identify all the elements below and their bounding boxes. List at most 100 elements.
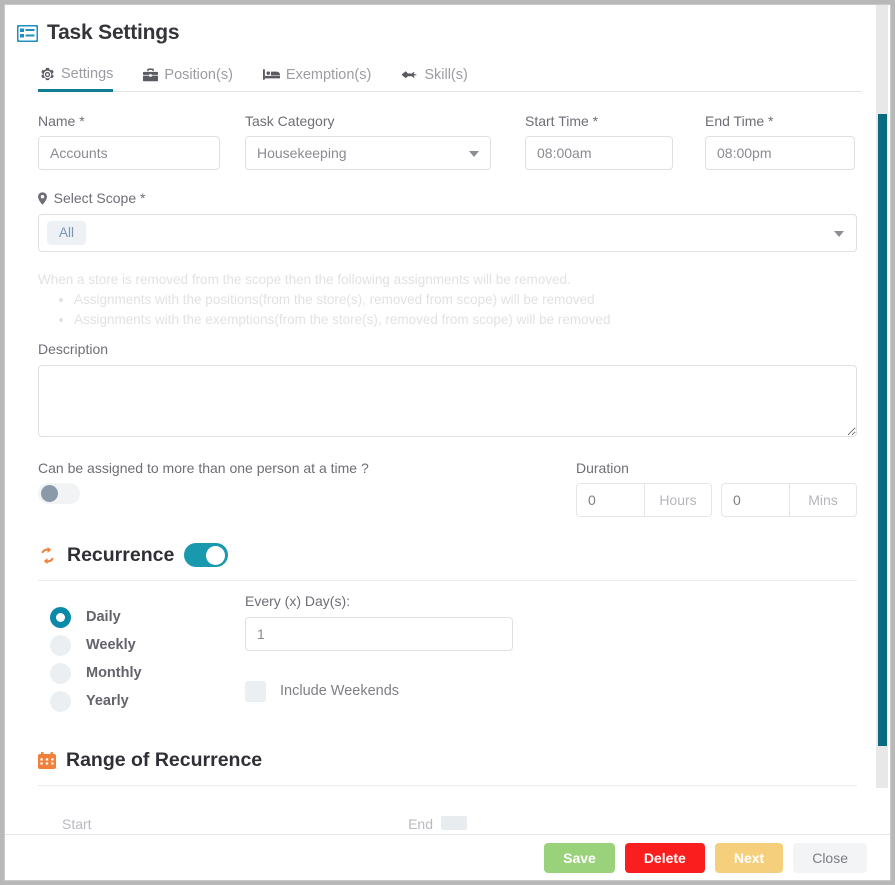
next-button[interactable]: Next: [714, 842, 784, 873]
radio-yearly-label: Yearly: [86, 693, 129, 710]
include-weekends-label: Include Weekends: [280, 683, 400, 700]
range-divider: [38, 785, 857, 787]
range-end-toggle[interactable]: [441, 816, 467, 831]
duration-label: Duration: [576, 459, 629, 476]
description-label: Description: [38, 341, 109, 358]
duration-mins-input[interactable]: 0: [721, 483, 789, 518]
start-time-input[interactable]: 08:00am: [525, 136, 673, 171]
save-button[interactable]: Save: [544, 842, 615, 873]
scope-note-intro: When a store is removed from the scope t…: [38, 271, 571, 287]
refresh-icon: [38, 546, 57, 564]
modal-header: Task Settings: [5, 5, 890, 49]
toggle-knob: [206, 545, 226, 565]
jet-icon: [401, 68, 418, 81]
chevron-down-icon: [834, 230, 844, 237]
recurrence-header: Recurrence: [38, 543, 857, 568]
scrollbar-thumb[interactable]: [878, 114, 887, 746]
tab-exemptions-label: Exemption(s): [285, 66, 372, 83]
duration-mins-addon: Mins: [789, 483, 857, 518]
recurrence-title: Recurrence: [67, 543, 175, 566]
duration-controls: 0 Hours 0 Mins: [576, 483, 857, 518]
recurrence-options: Daily Weekly Monthly Yearly: [38, 603, 228, 715]
multi-assign-label: Can be assigned to more than one person …: [38, 459, 369, 476]
tab-skills-label: Skill(s): [424, 66, 468, 83]
name-field-group: Name * Accounts: [38, 113, 220, 171]
radio-daily[interactable]: [50, 606, 71, 628]
end-time-input[interactable]: 08:00pm: [705, 136, 855, 171]
gear-icon: [40, 67, 55, 82]
radio-option-monthly[interactable]: Monthly: [50, 659, 228, 687]
duration-hours-input[interactable]: 0: [576, 483, 644, 518]
range-end-label: End: [408, 816, 433, 833]
every-days-label: Every (x) Day(s):: [245, 593, 350, 610]
tab-exemptions[interactable]: Exemption(s): [261, 66, 385, 92]
every-days-input[interactable]: 1: [245, 616, 513, 651]
range-start-label: Start: [62, 816, 92, 833]
recurrence-interval: Every (x) Day(s): 1 Include Weekends: [245, 593, 513, 715]
radio-daily-label: Daily: [86, 609, 121, 626]
radio-option-weekly[interactable]: Weekly: [50, 631, 228, 659]
task-category-label: Task Category: [245, 113, 335, 129]
select-scope-control[interactable]: All: [38, 213, 857, 252]
radio-weekly[interactable]: [50, 634, 71, 656]
form-row-1: Name * Accounts Task Category Housekeepi…: [38, 113, 857, 171]
tab-settings[interactable]: Settings: [38, 66, 127, 92]
delete-button[interactable]: Delete: [624, 842, 705, 873]
duration-hours: 0 Hours: [576, 483, 712, 518]
recurrence-divider: [38, 580, 857, 582]
scope-removal-note: When a store is removed from the scope t…: [38, 271, 857, 330]
duration-mins: 0 Mins: [721, 483, 857, 518]
chevron-down-icon: [469, 151, 479, 158]
name-label: Name *: [38, 113, 85, 129]
scope-chip-all[interactable]: All: [47, 221, 87, 245]
include-weekends-row[interactable]: Include Weekends: [245, 680, 513, 702]
select-scope-label-text: Select Scope *: [53, 190, 146, 207]
assign-duration-row: Can be assigned to more than one person …: [38, 459, 857, 518]
start-time-group: Start Time * 08:00am: [525, 113, 673, 171]
scope-note-bullet: Assignments with the positions(from the …: [74, 291, 857, 309]
description-textarea[interactable]: [38, 364, 857, 437]
recurrence-toggle[interactable]: [184, 543, 229, 568]
start-time-label: Start Time *: [525, 113, 599, 129]
task-category-group: Task Category Housekeeping: [245, 113, 491, 171]
toggle-knob: [41, 485, 58, 503]
close-button[interactable]: Close: [793, 842, 867, 873]
name-input[interactable]: Accounts: [38, 136, 220, 171]
list-alt-icon: [16, 24, 39, 42]
select-scope-label: Select Scope *: [38, 191, 857, 206]
scope-note-list: Assignments with the positions(from the …: [38, 291, 857, 329]
multi-assign-toggle[interactable]: [38, 483, 80, 505]
duration-group: Duration 0 Hours 0 Mins: [576, 459, 857, 518]
modal-body: Task Settings Settings Position(s) Exemp…: [5, 5, 890, 834]
map-pin-icon: [38, 191, 51, 206]
range-of-recurrence-header: Range of Recurrence: [38, 749, 857, 772]
radio-option-daily[interactable]: Daily: [50, 603, 228, 631]
tab-skills[interactable]: Skill(s): [399, 66, 482, 92]
radio-option-yearly[interactable]: Yearly: [50, 687, 228, 715]
radio-yearly[interactable]: [50, 690, 71, 712]
task-category-select[interactable]: Housekeeping: [245, 136, 491, 171]
select-scope-group: Select Scope * All: [38, 191, 857, 252]
end-time-group: End Time * 08:00pm: [705, 113, 855, 171]
task-category-select-wrap: Housekeeping: [245, 136, 491, 171]
range-fields-row: Start End: [38, 816, 857, 834]
end-time-label: End Time *: [705, 113, 774, 129]
calendar-icon: [38, 751, 56, 770]
tab-positions[interactable]: Position(s): [141, 66, 247, 92]
page-title: Task Settings: [47, 21, 180, 44]
radio-monthly[interactable]: [50, 662, 71, 684]
bed-icon: [262, 68, 280, 81]
tab-settings-label: Settings: [61, 66, 114, 83]
radio-monthly-label: Monthly: [86, 665, 142, 682]
modal-footer: Save Delete Next Close: [5, 834, 890, 880]
multi-assign-group: Can be assigned to more than one person …: [38, 459, 576, 509]
task-settings-modal: Task Settings Settings Position(s) Exemp…: [4, 4, 891, 881]
include-weekends-checkbox[interactable]: [245, 680, 266, 702]
recurrence-body: Daily Weekly Monthly Yearly Every (x) Da…: [38, 593, 857, 715]
duration-hours-addon: Hours: [644, 483, 712, 518]
tab-bar: Settings Position(s) Exemption(s) Skill(…: [38, 57, 862, 92]
radio-weekly-label: Weekly: [86, 637, 136, 654]
scope-note-bullet: Assignments with the exemptions(from the…: [74, 311, 857, 329]
tab-positions-label: Position(s): [164, 66, 233, 83]
briefcase-icon: [143, 68, 159, 82]
